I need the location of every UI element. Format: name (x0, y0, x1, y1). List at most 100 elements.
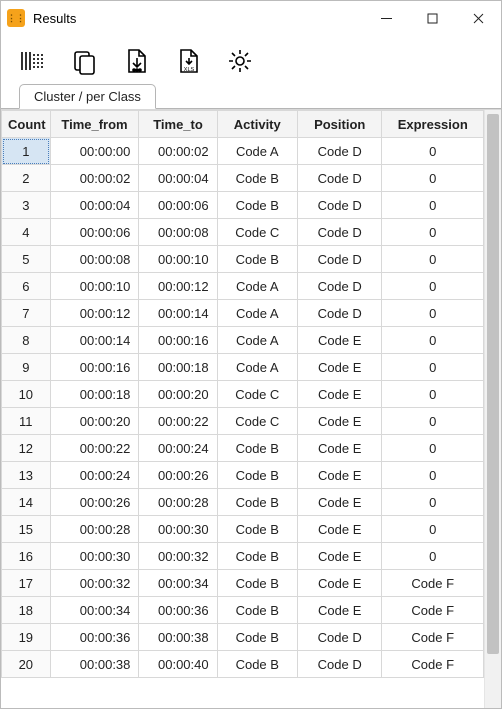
cell-position[interactable]: Code E (297, 435, 382, 462)
cell-time-from[interactable]: 00:00:02 (50, 165, 139, 192)
cell-activity[interactable]: Code B (217, 597, 297, 624)
cell-time-to[interactable]: 00:00:34 (139, 570, 217, 597)
cell-count[interactable]: 20 (2, 651, 51, 678)
cell-count[interactable]: 15 (2, 516, 51, 543)
cell-activity[interactable]: Code B (217, 192, 297, 219)
cell-position[interactable]: Code D (297, 219, 382, 246)
table-row[interactable]: 1900:00:3600:00:38Code BCode DCode F (2, 624, 484, 651)
cell-position[interactable]: Code D (297, 138, 382, 165)
cell-time-to[interactable]: 00:00:26 (139, 462, 217, 489)
cell-expression[interactable]: Code F (382, 597, 484, 624)
cell-time-to[interactable]: 00:00:16 (139, 327, 217, 354)
cell-expression[interactable]: 0 (382, 219, 484, 246)
cell-activity[interactable]: Code C (217, 219, 297, 246)
table-row[interactable]: 1000:00:1800:00:20Code CCode E0 (2, 381, 484, 408)
cell-count[interactable]: 12 (2, 435, 51, 462)
cell-time-to[interactable]: 00:00:18 (139, 354, 217, 381)
cell-activity[interactable]: Code B (217, 543, 297, 570)
cell-time-from[interactable]: 00:00:22 (50, 435, 139, 462)
cell-count[interactable]: 7 (2, 300, 51, 327)
cell-expression[interactable]: 0 (382, 408, 484, 435)
cell-time-from[interactable]: 00:00:32 (50, 570, 139, 597)
cell-activity[interactable]: Code C (217, 408, 297, 435)
cell-position[interactable]: Code E (297, 408, 382, 435)
cell-expression[interactable]: 0 (382, 165, 484, 192)
cell-position[interactable]: Code E (297, 543, 382, 570)
cell-activity[interactable]: Code A (217, 300, 297, 327)
tab-cluster-per-class[interactable]: Cluster / per Class (19, 84, 156, 109)
table-row[interactable]: 1600:00:3000:00:32Code BCode E0 (2, 543, 484, 570)
cell-time-to[interactable]: 00:00:32 (139, 543, 217, 570)
cell-time-from[interactable]: 00:00:06 (50, 219, 139, 246)
cell-expression[interactable]: 0 (382, 435, 484, 462)
cell-time-from[interactable]: 00:00:10 (50, 273, 139, 300)
cell-time-from[interactable]: 00:00:14 (50, 327, 139, 354)
cell-time-from[interactable]: 00:00:20 (50, 408, 139, 435)
cell-activity[interactable]: Code B (217, 246, 297, 273)
cell-time-to[interactable]: 00:00:30 (139, 516, 217, 543)
cell-count[interactable]: 11 (2, 408, 51, 435)
cell-activity[interactable]: Code B (217, 624, 297, 651)
cell-position[interactable]: Code D (297, 624, 382, 651)
maximize-button[interactable] (409, 1, 455, 35)
cell-activity[interactable]: Code A (217, 354, 297, 381)
col-expression[interactable]: Expression (382, 111, 484, 138)
cell-count[interactable]: 5 (2, 246, 51, 273)
table-row[interactable]: 1500:00:2800:00:30Code BCode E0 (2, 516, 484, 543)
col-time-to[interactable]: Time_to (139, 111, 217, 138)
cell-time-from[interactable]: 00:00:18 (50, 381, 139, 408)
minimize-button[interactable] (363, 1, 409, 35)
cell-time-to[interactable]: 00:00:24 (139, 435, 217, 462)
table-row[interactable]: 800:00:1400:00:16Code ACode E0 (2, 327, 484, 354)
cell-time-from[interactable]: 00:00:28 (50, 516, 139, 543)
cell-count[interactable]: 19 (2, 624, 51, 651)
cell-time-to[interactable]: 00:00:02 (139, 138, 217, 165)
cell-time-to[interactable]: 00:00:08 (139, 219, 217, 246)
table-row[interactable]: 1100:00:2000:00:22Code CCode E0 (2, 408, 484, 435)
export-xls-icon[interactable]: XLS (171, 44, 205, 78)
vertical-scrollbar[interactable] (484, 110, 501, 708)
cell-count[interactable]: 17 (2, 570, 51, 597)
cell-time-from[interactable]: 00:00:16 (50, 354, 139, 381)
gear-icon[interactable] (223, 44, 257, 78)
col-activity[interactable]: Activity (217, 111, 297, 138)
table-row[interactable]: 600:00:1000:00:12Code ACode D0 (2, 273, 484, 300)
cell-activity[interactable]: Code B (217, 165, 297, 192)
cell-count[interactable]: 6 (2, 273, 51, 300)
cell-time-to[interactable]: 00:00:40 (139, 651, 217, 678)
cell-time-to[interactable]: 00:00:04 (139, 165, 217, 192)
cell-count[interactable]: 16 (2, 543, 51, 570)
cell-count[interactable]: 18 (2, 597, 51, 624)
cell-time-from[interactable]: 00:00:36 (50, 624, 139, 651)
cell-time-to[interactable]: 00:00:28 (139, 489, 217, 516)
columns-icon[interactable] (15, 44, 49, 78)
cell-expression[interactable]: 0 (382, 516, 484, 543)
cell-activity[interactable]: Code B (217, 570, 297, 597)
cell-time-from[interactable]: 00:00:12 (50, 300, 139, 327)
table-row[interactable]: 1300:00:2400:00:26Code BCode E0 (2, 462, 484, 489)
cell-position[interactable]: Code E (297, 597, 382, 624)
table-row[interactable]: 1200:00:2200:00:24Code BCode E0 (2, 435, 484, 462)
cell-expression[interactable]: 0 (382, 192, 484, 219)
cell-time-to[interactable]: 00:00:10 (139, 246, 217, 273)
cell-activity[interactable]: Code B (217, 489, 297, 516)
cell-expression[interactable]: 0 (382, 138, 484, 165)
cell-position[interactable]: Code D (297, 192, 382, 219)
cell-expression[interactable]: 0 (382, 327, 484, 354)
cell-time-from[interactable]: 00:00:38 (50, 651, 139, 678)
cell-position[interactable]: Code E (297, 489, 382, 516)
table-row[interactable]: 300:00:0400:00:06Code BCode D0 (2, 192, 484, 219)
cell-position[interactable]: Code D (297, 651, 382, 678)
cell-time-from[interactable]: 00:00:04 (50, 192, 139, 219)
table-row[interactable]: 700:00:1200:00:14Code ACode D0 (2, 300, 484, 327)
cell-time-to[interactable]: 00:00:12 (139, 273, 217, 300)
data-grid[interactable]: Count Time_from Time_to Activity Positio… (1, 110, 484, 708)
cell-time-from[interactable]: 00:00:08 (50, 246, 139, 273)
cell-position[interactable]: Code D (297, 273, 382, 300)
cell-position[interactable]: Code D (297, 300, 382, 327)
cell-expression[interactable]: Code F (382, 570, 484, 597)
cell-time-from[interactable]: 00:00:00 (50, 138, 139, 165)
scroll-thumb[interactable] (487, 114, 499, 654)
cell-position[interactable]: Code E (297, 327, 382, 354)
col-position[interactable]: Position (297, 111, 382, 138)
